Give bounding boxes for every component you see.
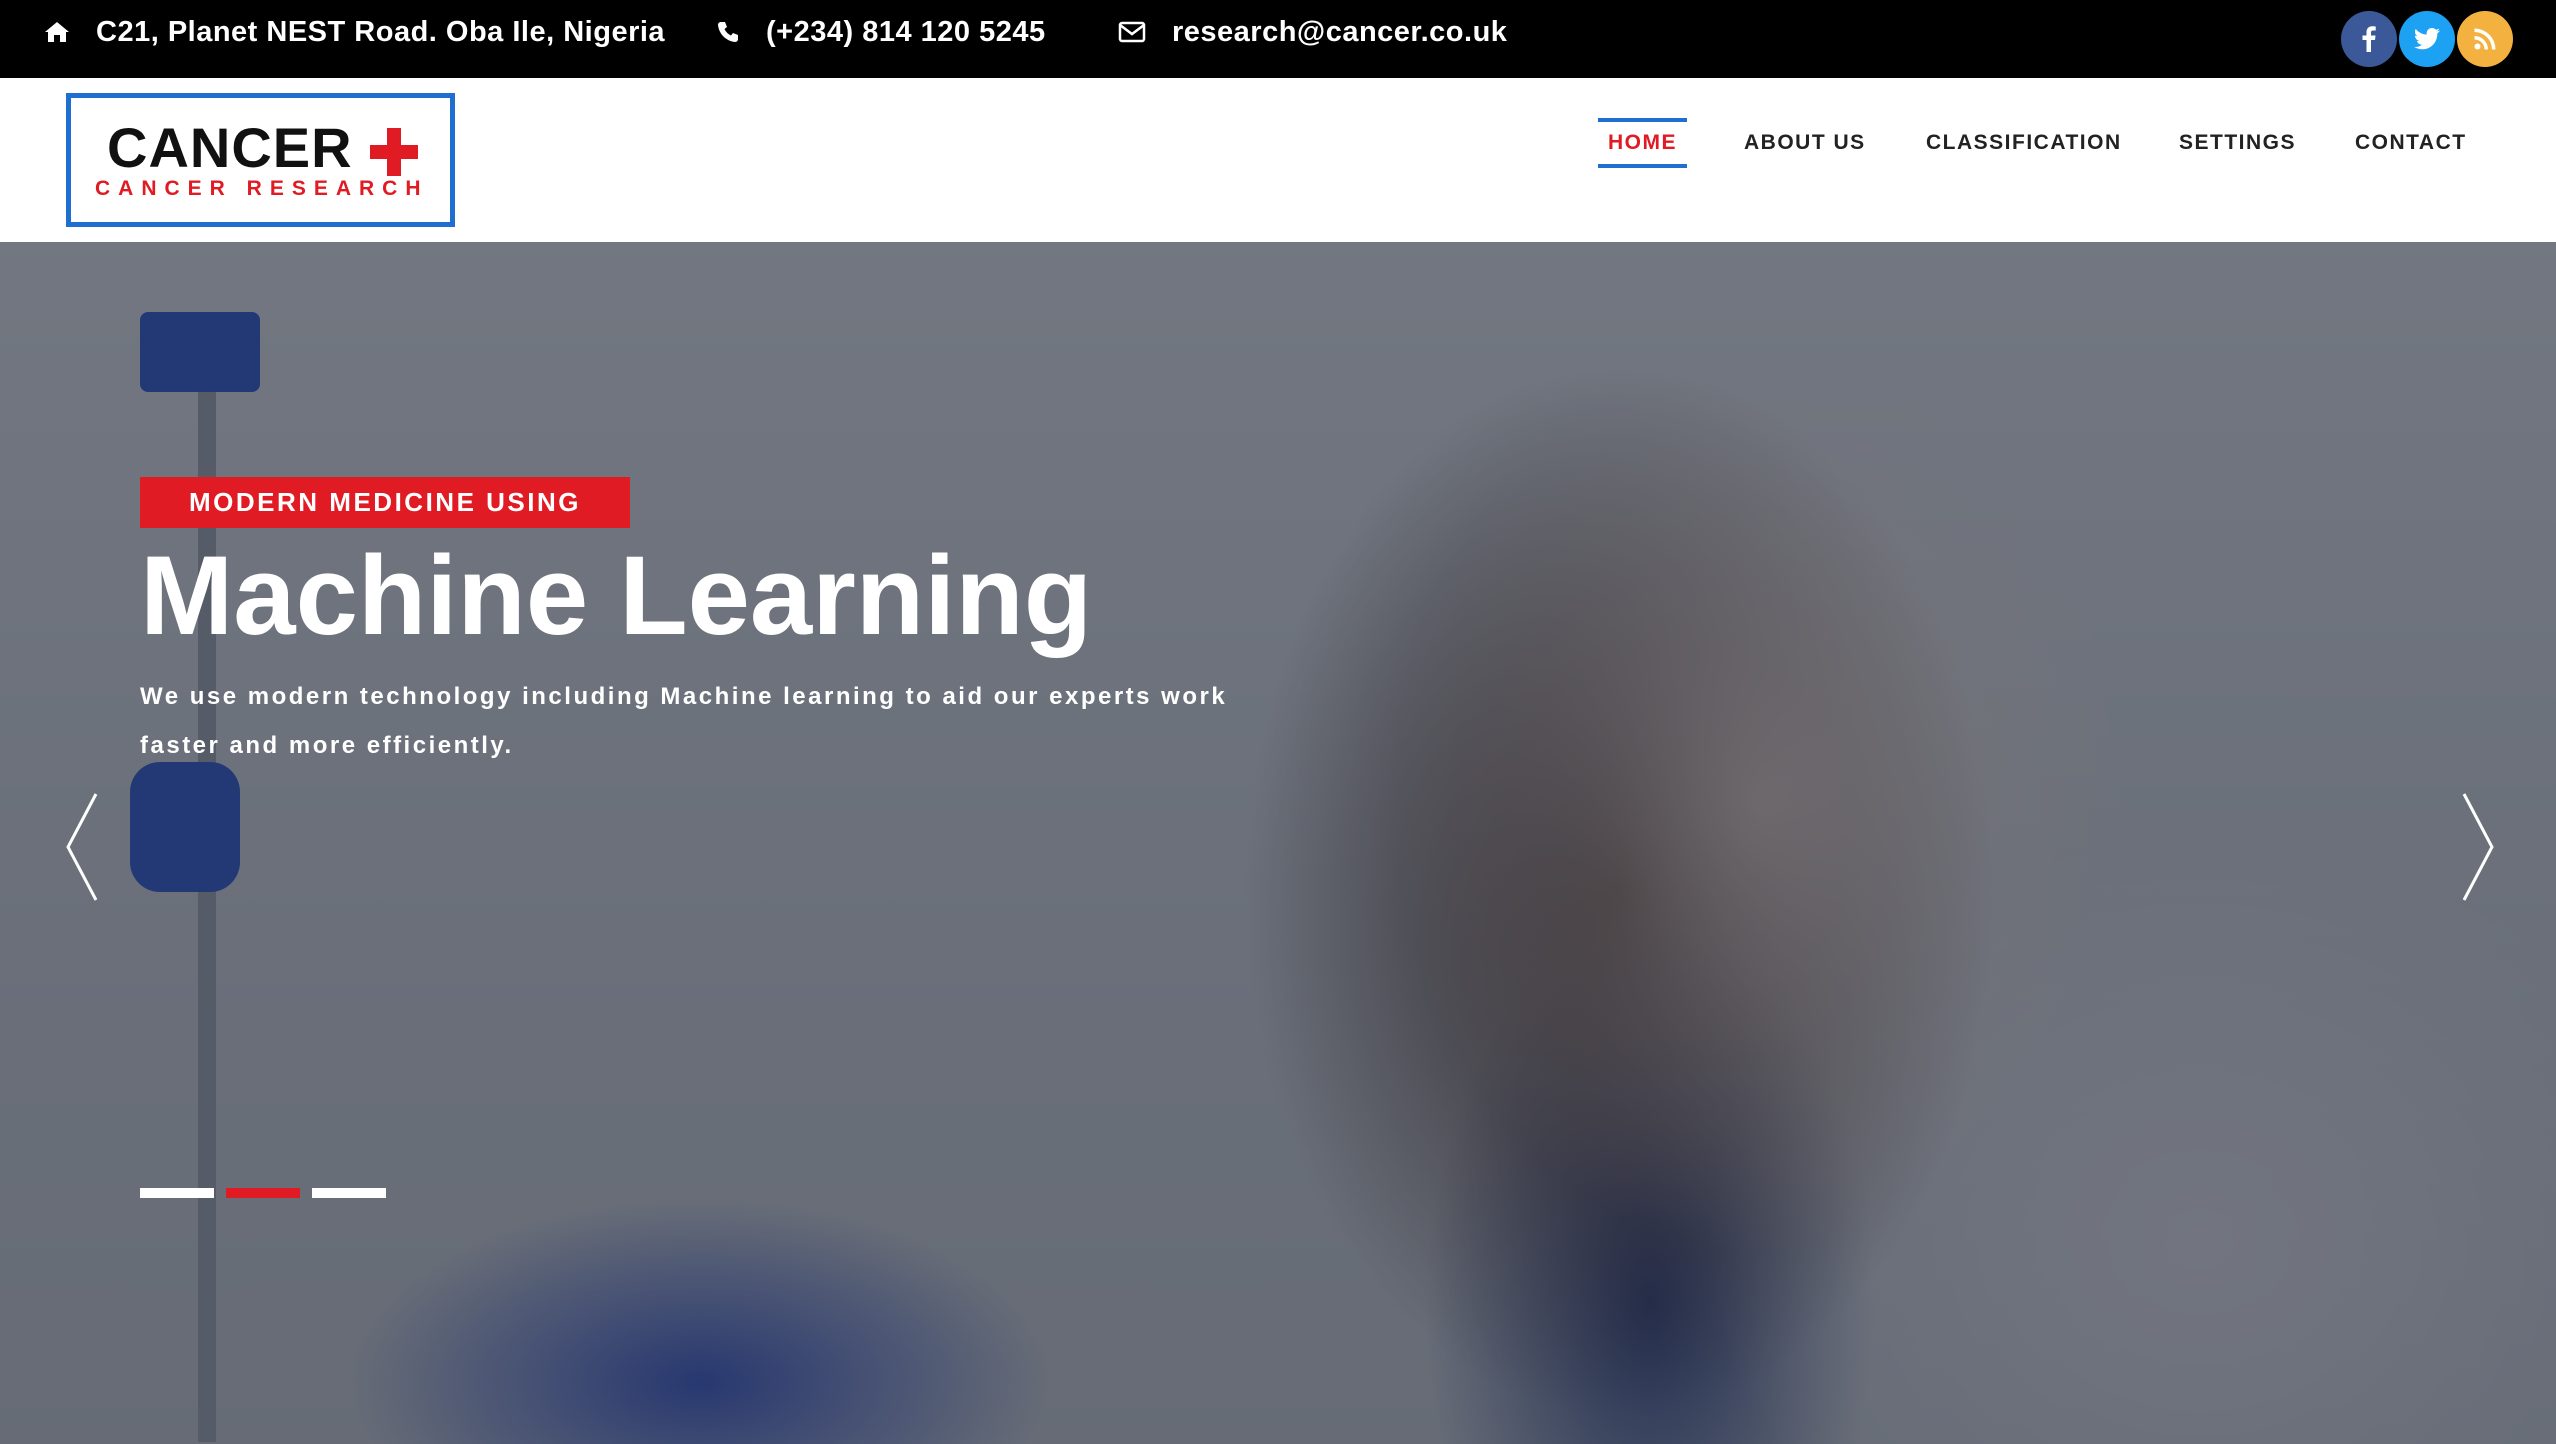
twitter-button[interactable] xyxy=(2399,11,2455,67)
hero-description: We use modern technology including Machi… xyxy=(140,683,1228,759)
chevron-left-icon xyxy=(66,793,98,901)
hero-tag: MODERN MEDICINE USING xyxy=(140,477,630,528)
nav-classification[interactable]: CLASSIFICATION xyxy=(1926,118,2122,168)
rss-button[interactable] xyxy=(2457,11,2513,67)
site-logo[interactable]: CANCER CANCER RESEARCH xyxy=(66,93,455,227)
rss-icon xyxy=(2474,28,2496,50)
slider-indicator-2[interactable] xyxy=(226,1188,300,1198)
hero-slider: MODERN MEDICINE USING Machine Learning W… xyxy=(0,242,2556,1444)
top-bar: C21, Planet NEST Road. Oba Ile, Nigeria … xyxy=(0,0,2556,78)
address-text: C21, Planet NEST Road. Oba Ile, Nigeria xyxy=(96,15,666,48)
home-icon xyxy=(45,22,69,42)
slider-indicator-1[interactable] xyxy=(140,1188,214,1198)
twitter-icon xyxy=(2414,28,2440,50)
email-info[interactable]: research@cancer.co.uk xyxy=(1118,0,1507,64)
phone-icon xyxy=(718,22,738,42)
nav-settings[interactable]: SETTINGS xyxy=(2179,118,2296,168)
envelope-icon xyxy=(1118,21,1146,43)
slider-indicator-3[interactable] xyxy=(312,1188,386,1198)
phone-info: (+234) 814 120 5245 xyxy=(716,0,1046,64)
slider-next-button[interactable] xyxy=(2450,792,2500,902)
hero-headline: Machine Learning xyxy=(140,533,1093,658)
hero-dark-overlay xyxy=(0,242,2556,1444)
logo-subtitle: CANCER RESEARCH xyxy=(95,177,429,200)
nav-contact[interactable]: CONTACT xyxy=(2355,118,2467,168)
nav-about-us[interactable]: ABOUT US xyxy=(1744,118,1866,168)
red-cross-icon xyxy=(370,128,418,176)
phone-text: (+234) 814 120 5245 xyxy=(766,15,1046,48)
facebook-button[interactable] xyxy=(2341,11,2397,67)
chevron-right-icon xyxy=(2462,793,2494,901)
email-text[interactable]: research@cancer.co.uk xyxy=(1172,16,1507,49)
slider-indicators xyxy=(140,1188,398,1198)
facebook-icon xyxy=(2362,26,2376,52)
logo-wordmark: CANCER xyxy=(107,116,353,179)
site-header: CANCER CANCER RESEARCH HOME ABOUT US CLA… xyxy=(0,78,2556,242)
nav-home[interactable]: HOME xyxy=(1598,118,1687,168)
address-info: C21, Planet NEST Road. Oba Ile, Nigeria xyxy=(44,0,665,64)
slider-prev-button[interactable] xyxy=(60,792,110,902)
